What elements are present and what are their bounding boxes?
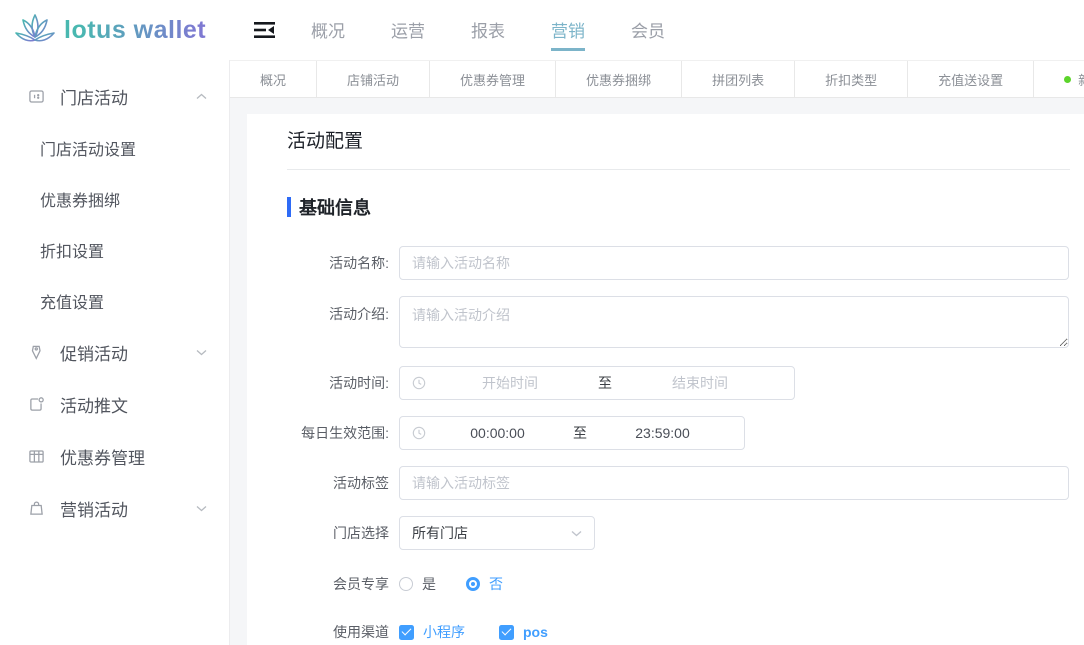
page-title: 活动配置	[287, 128, 1070, 156]
sub-tab-coupon-bundle[interactable]: 优惠券捆绑	[556, 61, 682, 97]
brand-logo: lotus wallet	[0, 10, 230, 50]
clock-icon	[412, 426, 426, 440]
radio-label: 否	[489, 574, 503, 594]
form-row-activity-time: 活动时间: 开始时间 至 结束时间	[287, 366, 1070, 400]
form-row-member-exclusive: 会员专享 是 否	[287, 574, 1070, 594]
sidebar-item-marketing-activities[interactable]: 营销活动	[0, 482, 229, 534]
sub-tab-discount-types[interactable]: 折扣类型	[795, 61, 908, 97]
top-nav-overview[interactable]: 概况	[311, 9, 345, 51]
activity-tag-input[interactable]	[399, 466, 1069, 500]
top-nav-operations[interactable]: 运营	[391, 9, 425, 51]
clock-icon	[412, 376, 426, 390]
chevron-down-icon	[571, 530, 582, 537]
sub-tab-group-buy-list[interactable]: 拼团列表	[682, 61, 795, 97]
checkbox-checked-icon	[399, 625, 414, 640]
sub-tab-shop-activities[interactable]: 店铺活动	[317, 61, 430, 97]
channels-label: 使用渠道	[287, 622, 399, 642]
sub-tab-coupon-management[interactable]: 优惠券管理	[430, 61, 556, 97]
sidebar-item-label: 优惠券管理	[60, 444, 207, 469]
sidebar-item-discount-settings[interactable]: 折扣设置	[0, 224, 229, 275]
brand-name: lotus wallet	[64, 16, 206, 45]
divider	[287, 169, 1070, 170]
lotus-icon	[14, 10, 56, 50]
store-select-label: 门店选择	[287, 523, 399, 543]
main-column: 概况 店铺活动 优惠券管理 优惠券捆绑 拼团列表 折扣类型 充值送设置 新建 活…	[230, 60, 1084, 645]
checkbox-label: pos	[523, 624, 548, 640]
form-row-activity-intro: 活动介绍:	[287, 296, 1070, 348]
member-exclusive-label: 会员专享	[287, 574, 399, 594]
sub-tab-new[interactable]: 新建	[1034, 61, 1084, 97]
form-row-store-select: 门店选择 所有门店	[287, 516, 1070, 550]
sidebar-item-store-activities[interactable]: 门店活动	[0, 70, 229, 122]
sidebar-item-recharge-settings[interactable]: 充值设置	[0, 275, 229, 326]
chevron-down-icon	[196, 349, 207, 356]
article-icon	[28, 396, 46, 413]
sidebar: 门店活动 门店活动设置 优惠券捆绑 折扣设置 充值设置 促销活动	[0, 60, 230, 645]
member-exclusive-radio-no[interactable]: 否	[466, 574, 503, 594]
range-separator: 至	[592, 373, 618, 393]
channel-checkbox-miniprogram[interactable]: 小程序	[399, 622, 465, 642]
activity-tag-label: 活动标签	[287, 473, 399, 493]
sidebar-item-label: 营销活动	[60, 496, 196, 521]
store-select[interactable]: 所有门店	[399, 516, 595, 550]
daily-time-range-picker[interactable]: 00:00:00 至 23:59:00	[399, 416, 745, 450]
sidebar-item-promotions[interactable]: 促销活动	[0, 326, 229, 378]
sub-tab-recharge-gift-settings[interactable]: 充值送设置	[908, 61, 1034, 97]
radio-label: 是	[422, 574, 436, 594]
coupon-grid-icon	[28, 448, 46, 465]
app-header: lotus wallet 概况 运营 报表 营销 会员	[0, 0, 1084, 60]
section-title: 基础信息	[299, 194, 371, 220]
end-time-placeholder: 结束时间	[618, 373, 782, 393]
chevron-down-icon	[196, 505, 207, 512]
sub-tab-bar: 概况 店铺活动 优惠券管理 优惠券捆绑 拼团列表 折扣类型 充值送设置 新建	[230, 60, 1084, 98]
top-nav-reports[interactable]: 报表	[471, 9, 505, 51]
activity-intro-textarea[interactable]	[399, 296, 1069, 348]
top-nav-marketing[interactable]: 营销	[551, 9, 585, 51]
top-nav: 概况 运营 报表 营销 会员	[311, 0, 665, 60]
start-time-placeholder: 开始时间	[428, 373, 592, 393]
checkbox-checked-icon	[499, 625, 514, 640]
top-nav-members[interactable]: 会员	[631, 9, 665, 51]
activity-time-label: 活动时间:	[287, 373, 399, 393]
sidebar-item-activity-posts[interactable]: 活动推文	[0, 378, 229, 430]
sidebar-item-label: 活动推文	[60, 392, 207, 417]
section-header: 基础信息	[287, 194, 1070, 220]
caret-up-icon	[196, 93, 207, 100]
sub-tab-overview[interactable]: 概况	[230, 61, 317, 97]
range-separator: 至	[567, 423, 593, 443]
menu-fold-icon[interactable]	[254, 21, 275, 39]
activity-config-card: 活动配置 基础信息 活动名称: 活动介绍:	[247, 114, 1084, 645]
activity-time-range-picker[interactable]: 开始时间 至 结束时间	[399, 366, 795, 400]
green-dot-icon	[1064, 76, 1071, 83]
form-row-activity-tag: 活动标签	[287, 466, 1070, 500]
sub-tab-label: 新建	[1078, 70, 1084, 89]
channel-checkbox-pos[interactable]: pos	[499, 624, 548, 640]
activity-intro-label: 活动介绍:	[287, 296, 399, 324]
daily-end-value: 23:59:00	[593, 425, 732, 441]
sidebar-item-label: 门店活动	[60, 84, 196, 109]
form-row-daily-range: 每日生效范围: 00:00:00 至 23:59:00	[287, 416, 1070, 450]
tag-icon	[28, 344, 46, 361]
checkbox-label: 小程序	[423, 622, 465, 642]
activity-name-label: 活动名称:	[287, 253, 399, 273]
content-area: 活动配置 基础信息 活动名称: 活动介绍:	[230, 98, 1084, 645]
radio-checked-icon	[466, 577, 480, 591]
activity-name-input[interactable]	[399, 246, 1069, 280]
member-exclusive-radio-yes[interactable]: 是	[399, 574, 436, 594]
sidebar-item-coupon-management[interactable]: 优惠券管理	[0, 430, 229, 482]
radio-unchecked-icon	[399, 577, 413, 591]
form-row-channels: 使用渠道 小程序 pos	[287, 622, 1070, 642]
section-accent-bar	[287, 197, 291, 217]
form-row-activity-name: 活动名称:	[287, 246, 1070, 280]
storefront-icon	[28, 88, 46, 105]
sidebar-item-coupon-bundle[interactable]: 优惠券捆绑	[0, 173, 229, 224]
sidebar-item-store-activity-settings[interactable]: 门店活动设置	[0, 122, 229, 173]
main-layout: 门店活动 门店活动设置 优惠券捆绑 折扣设置 充值设置 促销活动	[0, 60, 1084, 645]
activity-form: 活动名称: 活动介绍: 活动时间:	[287, 246, 1070, 642]
bag-icon	[28, 500, 46, 517]
store-select-value: 所有门店	[412, 523, 571, 543]
daily-range-label: 每日生效范围:	[287, 423, 399, 443]
daily-start-value: 00:00:00	[428, 425, 567, 441]
sidebar-item-label: 促销活动	[60, 340, 196, 365]
